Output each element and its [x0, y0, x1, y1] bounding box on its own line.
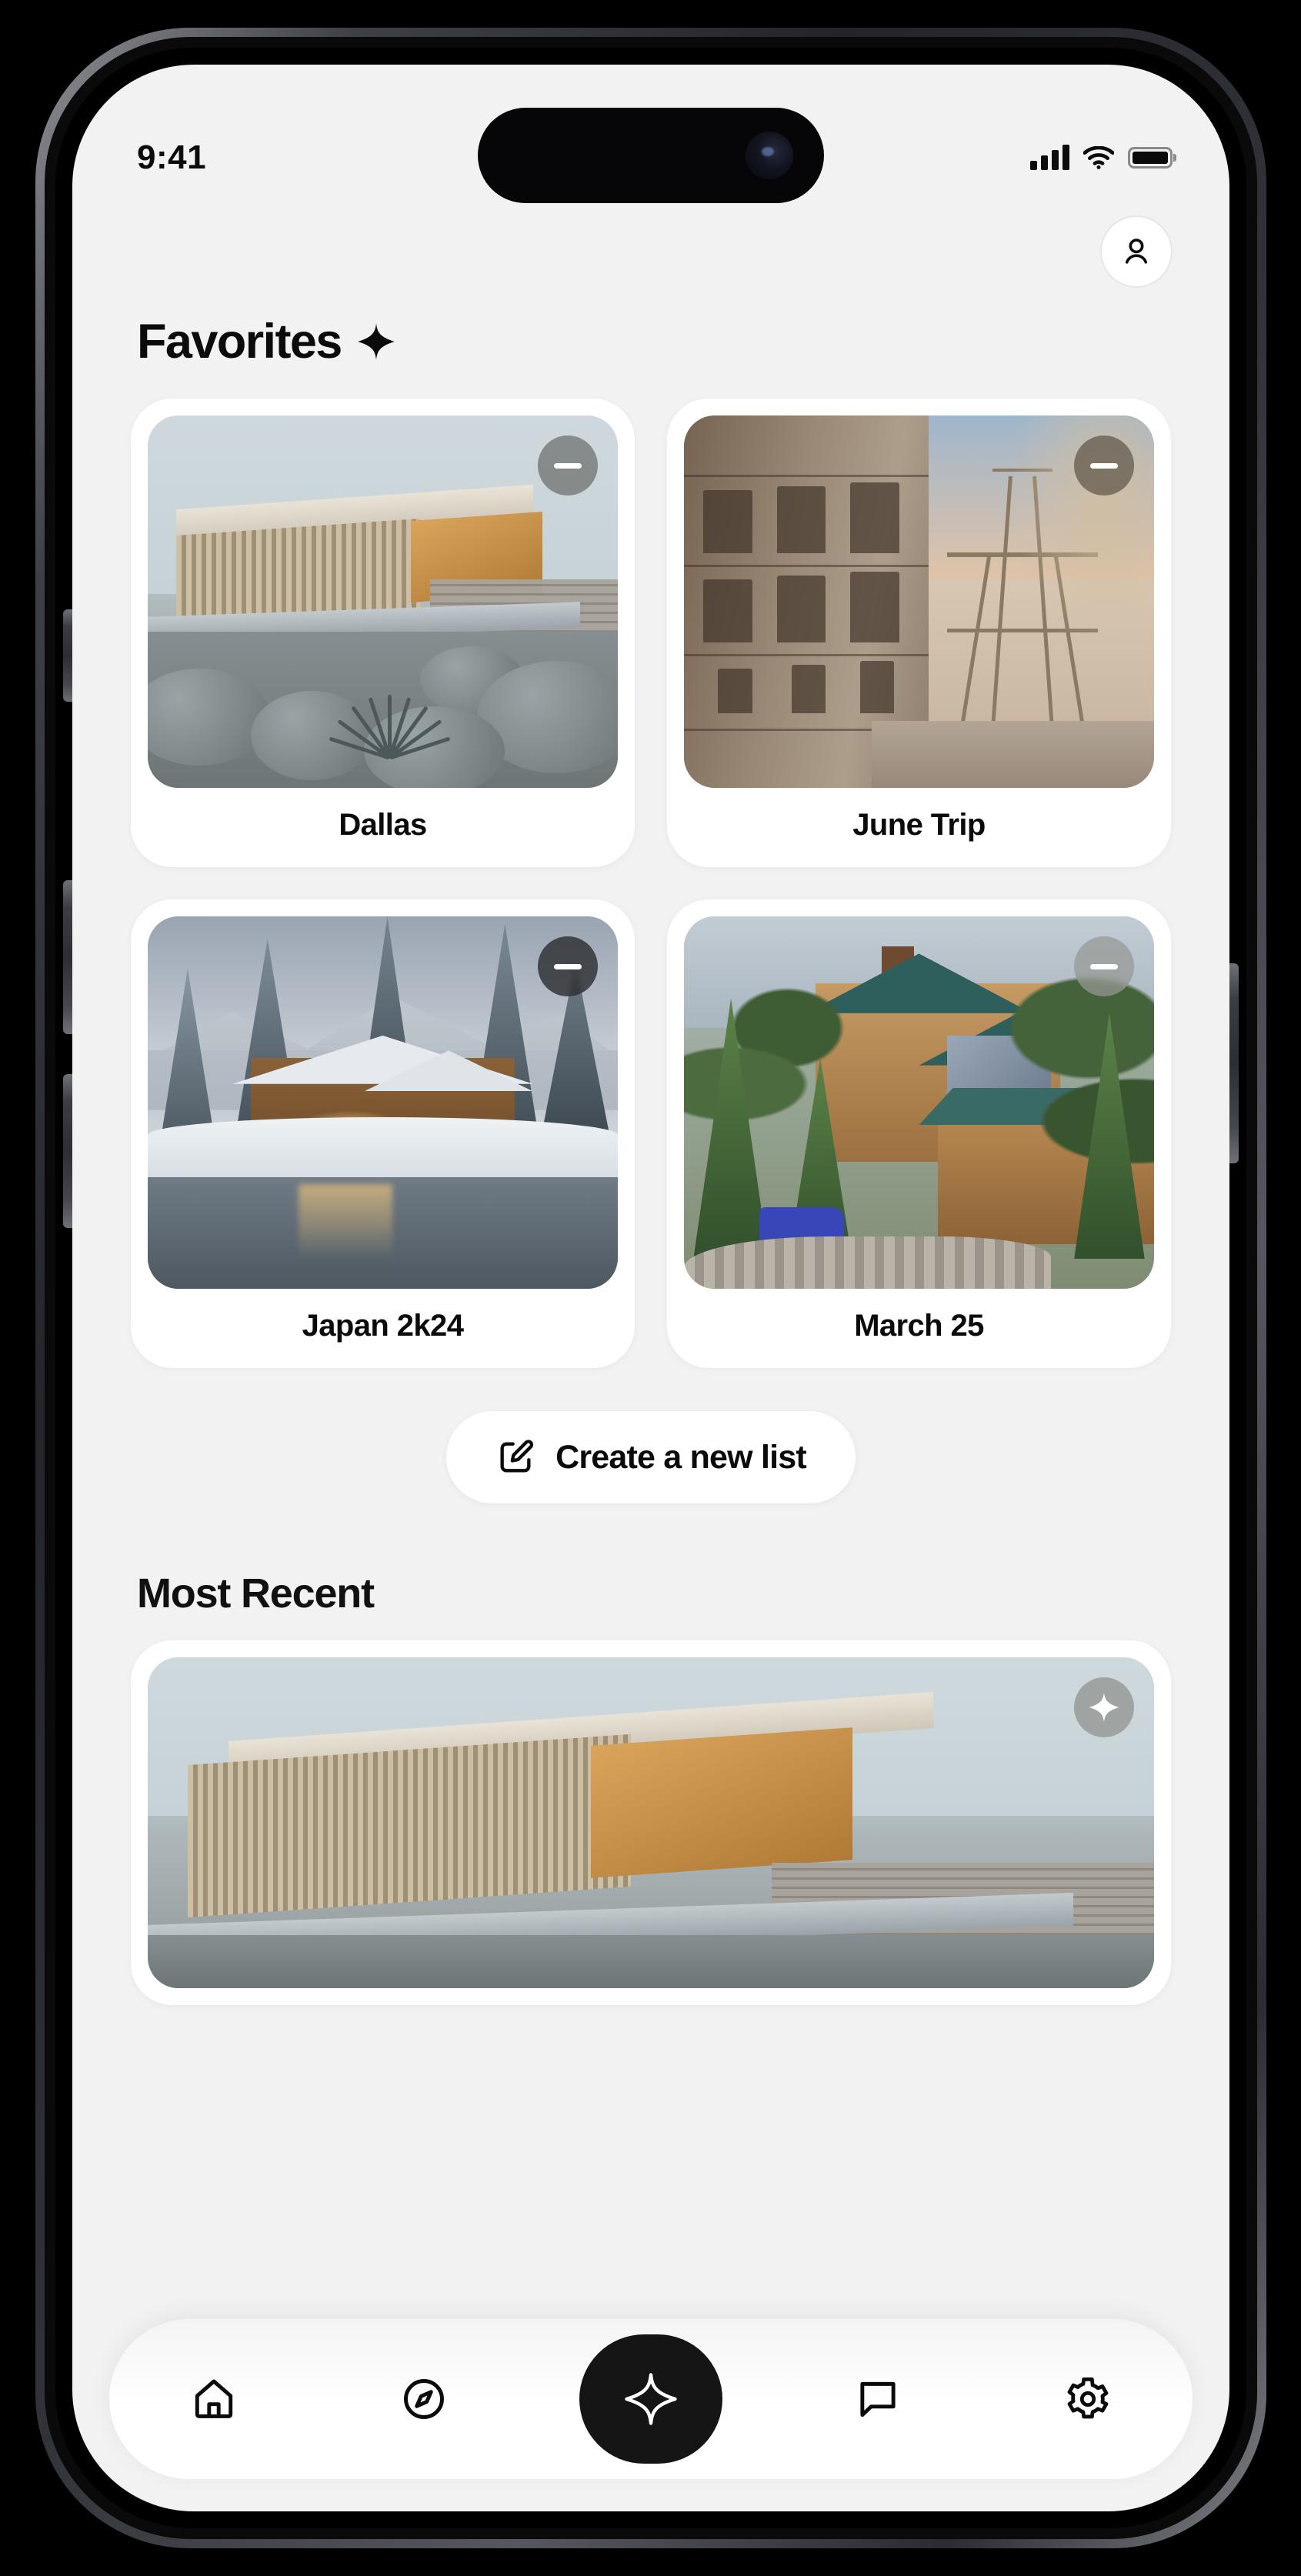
- volume-down-button[interactable]: [63, 1074, 72, 1228]
- minus-icon: [1090, 963, 1118, 969]
- action-button[interactable]: [63, 609, 72, 702]
- sparkle-icon: [625, 2373, 677, 2425]
- screen-content: Favorites Dallas June Trip Japan 2k24 Ma…: [72, 65, 1229, 2511]
- remove-favorite-button[interactable]: [1074, 936, 1134, 996]
- minus-icon: [554, 963, 582, 969]
- create-new-list-button[interactable]: Create a new list: [446, 1411, 856, 1503]
- tab-messages[interactable]: [824, 2345, 932, 2453]
- status-time: 9:41: [137, 138, 207, 176]
- photo-modern-desert-house: [148, 1657, 1154, 1988]
- status-icons: [1030, 145, 1173, 170]
- favorite-card-june-trip[interactable]: June Trip: [667, 399, 1171, 867]
- card-label: June Trip: [852, 808, 986, 842]
- sparkle-filled-icon: [1089, 1692, 1119, 1723]
- card-thumbnail: [148, 415, 618, 788]
- bottom-tab-bar: [109, 2319, 1193, 2479]
- profile-button[interactable]: [1100, 215, 1173, 288]
- battery-full-icon: [1128, 147, 1173, 169]
- gear-icon: [1067, 2377, 1109, 2419]
- page-title: Favorites: [137, 315, 342, 369]
- tab-favorites[interactable]: [579, 2334, 722, 2464]
- most-recent-card[interactable]: [131, 1640, 1171, 2005]
- compass-icon: [403, 2379, 444, 2419]
- volume-up-button[interactable]: [63, 880, 72, 1034]
- wifi-icon: [1083, 146, 1114, 169]
- most-recent-wrap: [72, 1617, 1229, 2005]
- remove-favorite-button[interactable]: [1074, 435, 1134, 496]
- chat-bubble-icon: [860, 2381, 896, 2418]
- home-icon: [195, 2379, 233, 2418]
- create-list-row: Create a new list: [72, 1368, 1229, 1503]
- cellular-signal-icon: [1030, 145, 1069, 170]
- user-avatar-icon: [1125, 239, 1148, 264]
- favorites-grid: Dallas June Trip Japan 2k24 March 25: [72, 369, 1229, 1368]
- tab-settings[interactable]: [1034, 2345, 1142, 2453]
- card-label: Dallas: [339, 808, 427, 842]
- section-title-most-recent: Most Recent: [137, 1570, 375, 1617]
- card-label: March 25: [854, 1309, 984, 1343]
- sparkle-icon: [357, 323, 395, 360]
- favorite-card-dallas[interactable]: Dallas: [131, 399, 635, 867]
- power-button[interactable]: [1229, 963, 1239, 1163]
- tab-explore[interactable]: [370, 2345, 478, 2453]
- card-thumbnail: [148, 916, 618, 1289]
- card-thumbnail: [684, 415, 1154, 788]
- remove-favorite-button[interactable]: [538, 435, 598, 496]
- favorite-card-japan-2k24[interactable]: Japan 2k24: [131, 899, 635, 1368]
- tab-home[interactable]: [160, 2345, 268, 2453]
- page-title-row: Favorites: [72, 288, 1229, 369]
- profile-row: [72, 215, 1229, 288]
- card-thumbnail: [684, 916, 1154, 1289]
- phone-screen: 9:41 Favorites Dallas June Trip Japan 2k…: [72, 65, 1229, 2511]
- add-favorite-button[interactable]: [1074, 1677, 1134, 1737]
- create-list-label: Create a new list: [555, 1438, 807, 1476]
- edit-square-pencil-icon: [500, 1440, 534, 1473]
- front-camera-icon: [746, 132, 793, 179]
- favorite-card-march-25[interactable]: March 25: [667, 899, 1171, 1368]
- screenshot-root: 9:41 Favorites Dallas June Trip Japan 2k…: [0, 0, 1301, 2576]
- remove-favorite-button[interactable]: [538, 936, 598, 996]
- minus-icon: [1090, 462, 1118, 469]
- dynamic-island: [478, 108, 824, 203]
- card-label: Japan 2k24: [302, 1309, 464, 1343]
- minus-icon: [554, 462, 582, 469]
- card-thumbnail: [148, 1657, 1154, 1988]
